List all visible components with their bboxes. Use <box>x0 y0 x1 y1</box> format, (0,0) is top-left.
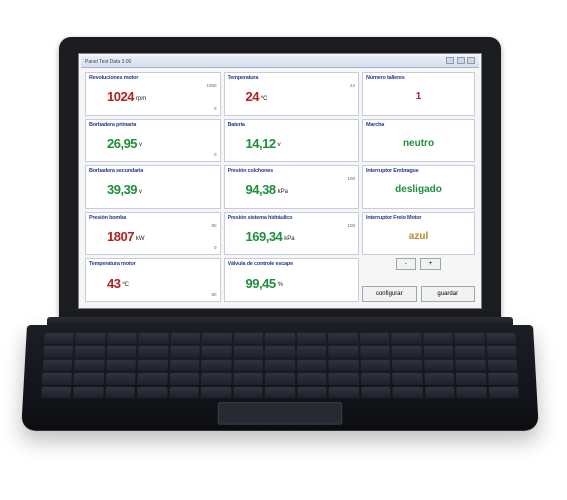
panel-gear-value: neutro <box>403 138 434 149</box>
panel-temp: Temperatura 24 ºC 24 <box>224 72 360 116</box>
laptop-screen: Panel Test Data 3.00 Revoluciones motor … <box>78 53 482 309</box>
panel-brake-switch-value: azul <box>409 231 428 242</box>
panel-temp-unit: ºC <box>261 96 268 102</box>
window-titlebar: Panel Test Data 3.00 <box>81 56 479 68</box>
panel-pin-secondary-unit: v <box>139 189 142 195</box>
close-button[interactable] <box>467 57 475 64</box>
panel-pin-primary-value: 26,95 <box>107 136 137 151</box>
panel-pin-secondary-value: 39,39 <box>107 182 137 197</box>
laptop-deck <box>21 325 539 431</box>
panel-exhaust-valve-unit: % <box>278 282 283 288</box>
maximize-button[interactable] <box>457 57 465 64</box>
panel-battery-value: 14,12 <box>246 136 276 151</box>
panel-pin-primary-unit: v <box>139 142 142 148</box>
panel-hydraulic-pressure-unit: kPa <box>284 236 294 242</box>
minus-button[interactable]: - <box>396 258 416 270</box>
panel-rpm-unit: rpm <box>136 96 146 102</box>
panel-temp-value: 24 <box>246 89 259 104</box>
app-window: Panel Test Data 3.00 Revoluciones motor … <box>81 56 479 306</box>
panel-clutch-switch-value: desligado <box>395 184 442 195</box>
panel-pin-secondary: Borbadera secundaria 39,39 v <box>85 165 221 209</box>
panel-exhaust-valve-value: 99,45 <box>246 276 276 291</box>
panel-pump-pressure-value: 1807 <box>107 229 134 244</box>
panel-rpm-value: 1024 <box>107 89 134 104</box>
dashboard-grid: Revoluciones motor 1024 rpm 1000 0 Tempe… <box>81 68 479 306</box>
panel-pin-primary: Borbadera primaria 26,95 v 0 <box>85 119 221 163</box>
laptop-lid: Panel Test Data 3.00 Revoluciones motor … <box>59 37 501 325</box>
configure-button[interactable]: configurar <box>362 286 416 302</box>
control-panel: - + configurar guardar <box>362 258 475 302</box>
panel-temp-ticks: 24 <box>339 81 355 113</box>
panel-pressure-cushion: Presión colchones 94,38 kPa 100 <box>224 165 360 209</box>
panel-hydraulic-pressure: Presión sistema hidráulico 169,34 kPa 10… <box>224 212 360 256</box>
keyboard <box>41 333 519 398</box>
panel-pump-pressure: Presión bomba 1807 kW 80 0 <box>85 212 221 256</box>
panel-motor-temp: Temperatura motor 43 ºC 80 <box>85 258 221 302</box>
panel-rpm: Revoluciones motor 1024 rpm 1000 0 <box>85 72 221 116</box>
panel-motor-temp-value: 43 <box>107 276 120 291</box>
panel-turns: Número talleres 1 <box>362 72 475 116</box>
panel-rpm-ticks: 1000 0 <box>201 81 217 113</box>
panel-motor-temp-unit: ºC <box>122 282 129 288</box>
panel-exhaust-valve: Válvula de controle escape 99,45 % <box>224 258 360 302</box>
plus-button[interactable]: + <box>420 258 442 270</box>
panel-brake-switch: Interruptor Freio Motor azul <box>362 212 475 256</box>
panel-pump-pressure-unit: kW <box>136 236 145 242</box>
laptop-frame: Panel Test Data 3.00 Revoluciones motor … <box>59 37 501 438</box>
panel-turns-value: 1 <box>416 91 422 102</box>
window-title: Panel Test Data 3.00 <box>85 59 131 65</box>
touchpad <box>218 402 343 425</box>
save-button[interactable]: guardar <box>421 286 475 302</box>
panel-pressure-cushion-value: 94,38 <box>246 182 276 197</box>
panel-battery-unit: v <box>278 142 281 148</box>
minimize-button[interactable] <box>446 57 454 64</box>
panel-gear: Marcha neutro <box>362 119 475 163</box>
panel-pressure-cushion-unit: kPa <box>278 189 288 195</box>
panel-hydraulic-pressure-value: 169,34 <box>246 229 283 244</box>
panel-clutch-switch: Interruptor Embrague desligado <box>362 165 475 209</box>
panel-battery: Batería 14,12 v <box>224 119 360 163</box>
window-controls <box>445 57 475 66</box>
